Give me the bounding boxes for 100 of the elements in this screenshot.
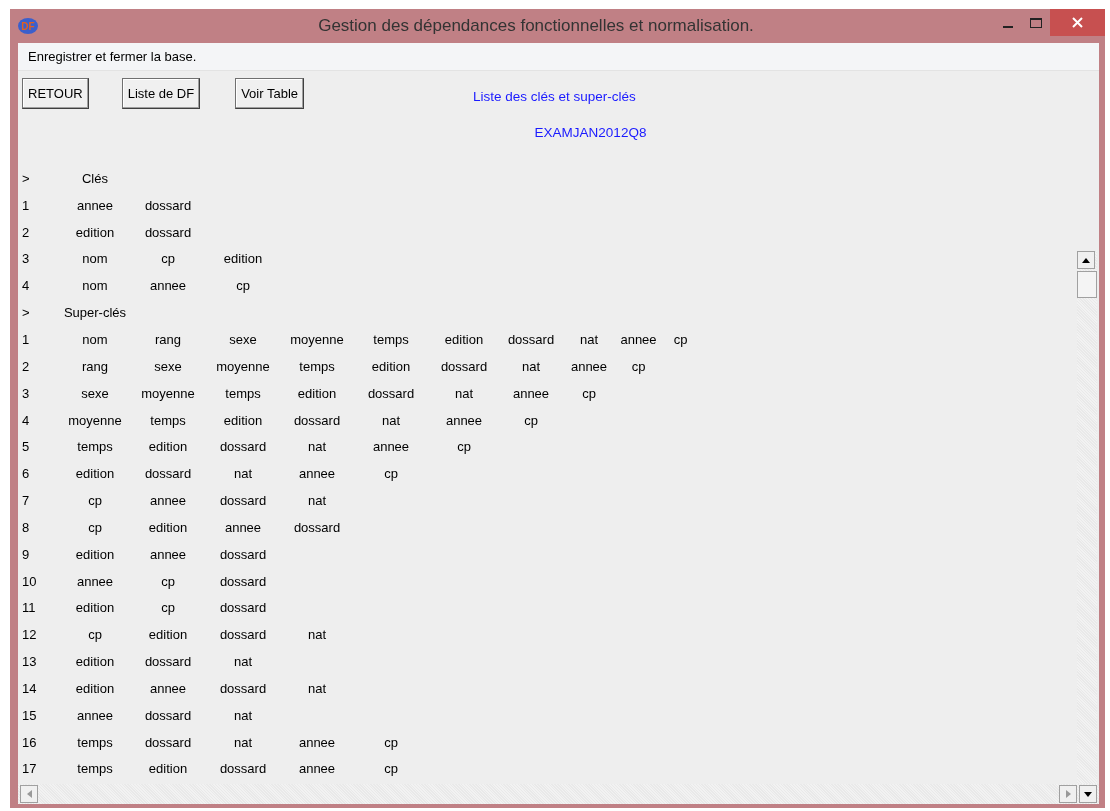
attribute-cell: cp	[384, 734, 398, 750]
attribute-cell: annee	[298, 466, 336, 482]
attribute-cell: nom	[82, 251, 108, 267]
attribute-cell: dossard	[144, 224, 192, 240]
vertical-scrollbar[interactable]	[1077, 251, 1097, 784]
minimize-icon	[1003, 25, 1013, 28]
attribute-cell: nat	[307, 627, 327, 643]
attribute-cell: cp	[457, 439, 471, 455]
attribute-cell: cp	[88, 493, 102, 509]
attribute-cell: edition	[75, 546, 115, 562]
attribute-cell: nat	[233, 654, 253, 670]
attribute-cell: temps	[77, 439, 113, 455]
attribute-cell: edition	[75, 654, 115, 670]
attribute-cell: edition	[148, 439, 188, 455]
close-icon	[1072, 17, 1083, 28]
attribute-cell: nom	[82, 278, 108, 294]
section-title: Clés	[82, 170, 108, 186]
row-number: 6	[21, 466, 30, 482]
up-arrow-icon	[1082, 257, 1090, 263]
scroll-left-button[interactable]	[20, 785, 38, 803]
attribute-cell: temps	[77, 761, 113, 777]
attribute-cell: edition	[148, 519, 188, 535]
table-name: EXAMJAN2012Q8	[534, 124, 647, 140]
attribute-cell: cp	[631, 358, 646, 374]
attribute-cell: temps	[373, 332, 409, 347]
close-button[interactable]	[1050, 9, 1105, 36]
attribute-cell: temps	[299, 358, 335, 374]
toolbar-button[interactable]: Voir Table	[235, 78, 304, 109]
attribute-cell: cp	[88, 519, 102, 535]
attribute-cell: sexe	[154, 358, 182, 374]
attribute-cell: edition	[75, 224, 115, 240]
attribute-cell: nat	[579, 332, 599, 347]
attribute-cell: moyenne	[141, 385, 195, 401]
attribute-cell: annee	[149, 546, 187, 562]
scroll-thumb[interactable]	[1077, 271, 1097, 298]
attribute-cell: annee	[372, 439, 410, 455]
section-marker: >	[21, 305, 30, 321]
section-title: Super-clés	[63, 305, 127, 321]
attribute-cell: cp	[161, 251, 175, 267]
attribute-cell: annee	[149, 278, 187, 294]
attribute-cell: dossard	[367, 385, 415, 401]
horizontal-scrollbar[interactable]	[18, 784, 1099, 804]
attribute-cell: moyenne	[216, 358, 270, 374]
row-number: 4	[21, 412, 30, 428]
attribute-cell: cp	[384, 761, 398, 777]
attribute-cell: edition	[223, 251, 263, 267]
attribute-cell: dossard	[219, 627, 267, 643]
row-number: 9	[21, 546, 30, 562]
left-arrow-icon	[26, 790, 32, 798]
row-number: 4	[21, 278, 30, 294]
scroll-up-button[interactable]	[1077, 251, 1095, 269]
attribute-cell: nat	[233, 707, 253, 723]
attribute-cell: nat	[233, 466, 253, 482]
row-number: 5	[21, 439, 30, 455]
attribute-cell: cp	[524, 412, 538, 428]
app-icon: DF	[18, 18, 38, 34]
row-number: 14	[21, 680, 37, 696]
attribute-cell: nom	[82, 332, 108, 347]
row-number: 1	[21, 332, 30, 347]
attribute-cell: edition	[297, 385, 337, 401]
attribute-cell: annee	[76, 707, 114, 723]
attribute-cell: temps	[150, 412, 186, 428]
row-number: 13	[21, 654, 37, 670]
maximize-icon	[1030, 17, 1042, 28]
attribute-cell: cp	[161, 573, 175, 589]
attribute-cell: nat	[307, 439, 327, 455]
attribute-cell: edition	[75, 466, 115, 482]
attribute-cell: dossard	[440, 358, 488, 374]
down-arrow-icon	[1084, 791, 1092, 797]
attribute-cell: annee	[512, 385, 550, 401]
attribute-cell: cp	[236, 278, 250, 294]
attribute-cell: moyenne	[68, 412, 122, 428]
attribute-cell: temps	[77, 734, 113, 750]
attribute-cell: nat	[233, 734, 253, 750]
attribute-cell: dossard	[219, 761, 267, 777]
attribute-cell: edition	[223, 412, 263, 428]
attribute-cell: edition	[371, 358, 411, 374]
attribute-cell: edition	[444, 332, 484, 347]
attribute-cell: nat	[381, 412, 401, 428]
row-number: 3	[21, 385, 30, 401]
attribute-cell: annee	[224, 519, 262, 535]
attribute-cell: cp	[161, 600, 175, 616]
attribute-cell: annee	[298, 761, 336, 777]
row-number: 3	[21, 251, 30, 267]
row-number: 8	[21, 519, 30, 535]
row-number: 16	[21, 734, 37, 750]
toolbar-button[interactable]: Liste de DF	[121, 78, 201, 109]
attribute-cell: sexe	[229, 332, 257, 347]
attribute-cell: annee	[445, 412, 483, 428]
attribute-cell: dossard	[219, 680, 267, 696]
attribute-cell: annee	[620, 332, 657, 347]
toolbar-button[interactable]: RETOUR	[22, 78, 89, 109]
menu-item[interactable]: Enregistrer et fermer la base.	[28, 49, 197, 64]
attribute-cell: dossard	[144, 654, 192, 670]
attribute-cell: dossard	[219, 600, 267, 616]
scroll-down-button[interactable]	[1079, 785, 1097, 803]
row-number: 10	[21, 573, 37, 589]
attribute-cell: edition	[148, 627, 188, 643]
window-title: Gestion des dépendances fonctionnelles et normalisation.	[317, 16, 755, 36]
row-number: 1	[21, 197, 30, 213]
